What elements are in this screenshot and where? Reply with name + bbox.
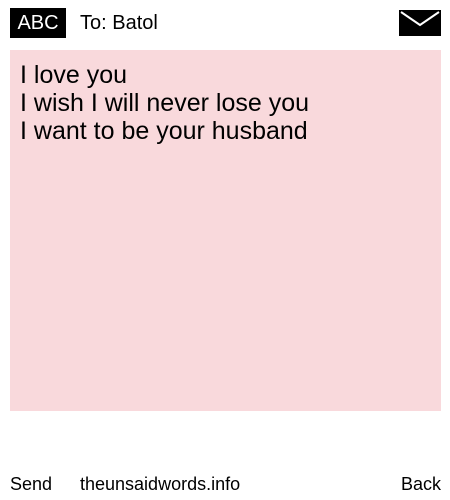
send-button[interactable]: Send — [10, 470, 52, 498]
softkey-bar: Send theunsaidwords.info Back — [0, 470, 450, 498]
message-line: I wish I will never lose you — [20, 89, 310, 117]
message-body[interactable]: I love you I wish I will never lose you … — [10, 50, 441, 411]
message-line: I love you — [20, 61, 128, 89]
input-mode-badge[interactable]: ABC — [10, 8, 66, 38]
envelope-icon — [399, 10, 441, 36]
message-line: I want to be your husband — [20, 117, 308, 145]
message-header: ABC To: Batol — [0, 0, 450, 46]
site-link[interactable]: theunsaidwords.info — [80, 470, 240, 498]
recipient-field[interactable]: To: Batol — [80, 8, 158, 38]
back-button[interactable]: Back — [401, 470, 441, 498]
